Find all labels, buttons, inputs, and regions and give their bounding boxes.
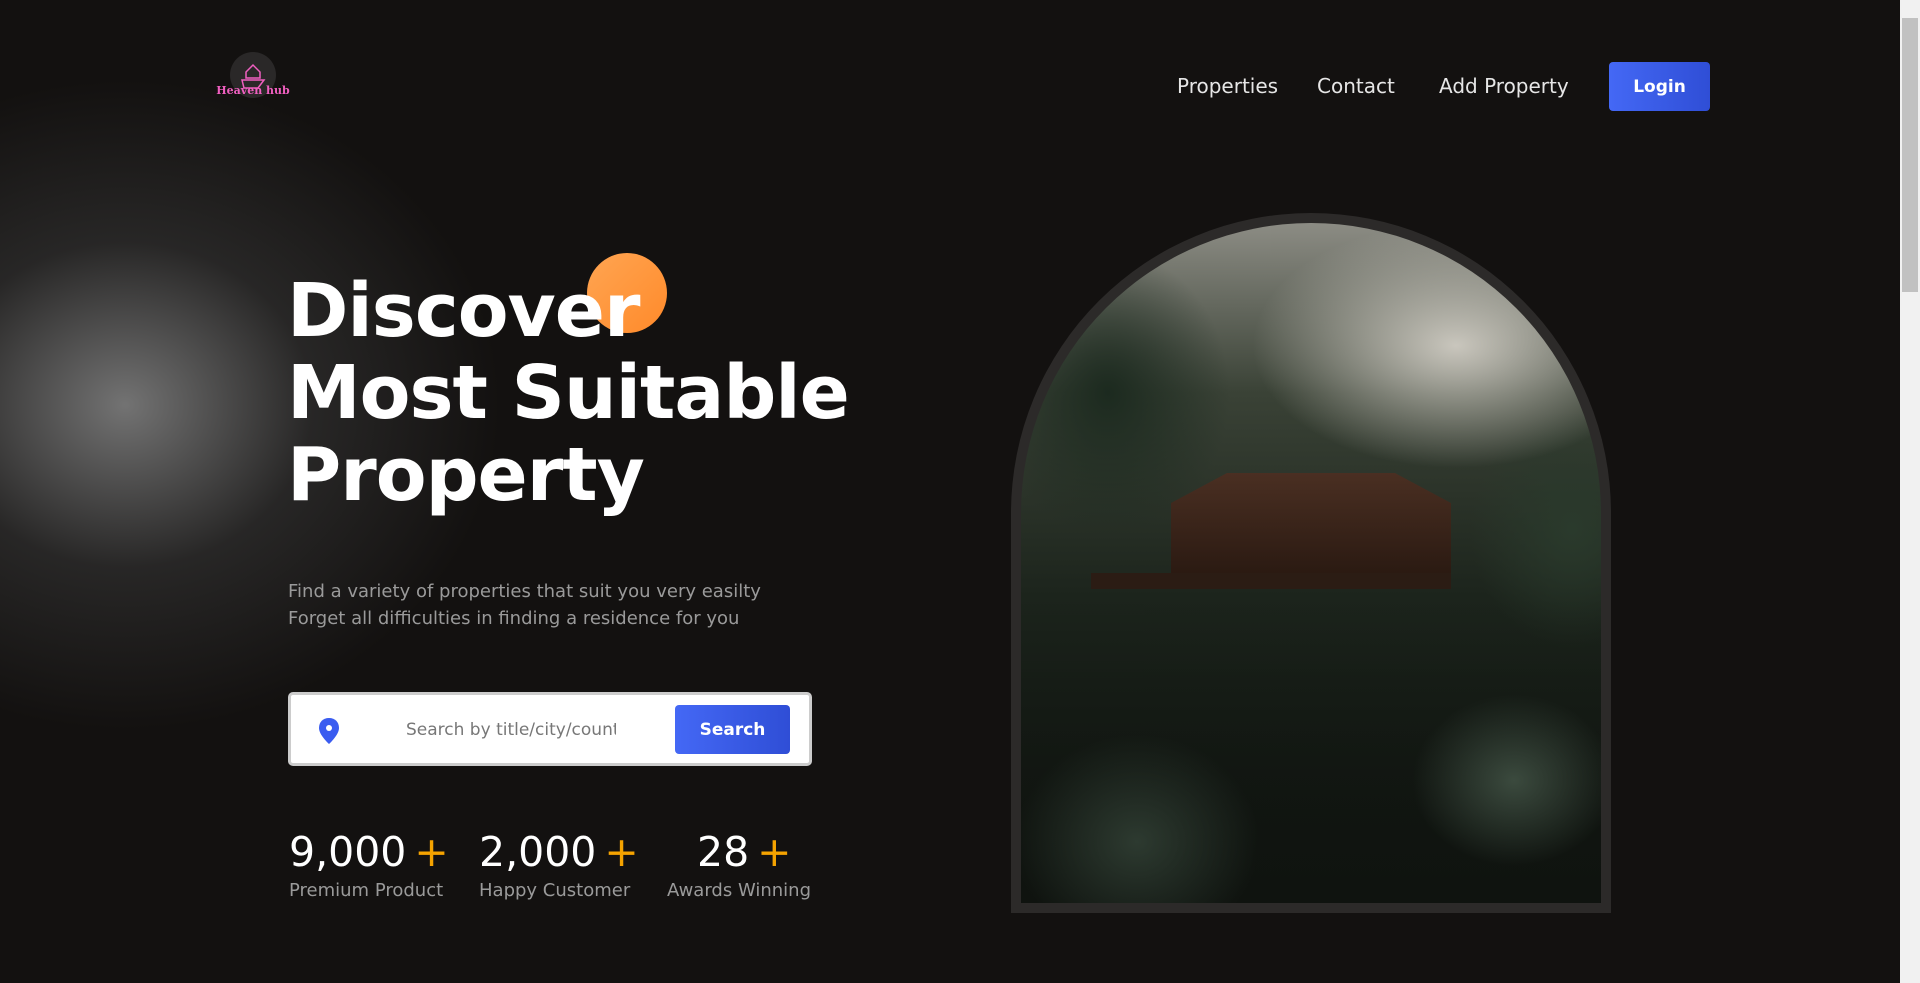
subtitle-line: Forget all difficulties in finding a res… bbox=[288, 608, 740, 629]
nav-add-property[interactable]: Add Property bbox=[1439, 74, 1569, 98]
stat-premium-product: 9,000 + Premium Product bbox=[289, 828, 449, 901]
hero-title: Discover Most Suitable Property bbox=[287, 268, 850, 518]
search-input[interactable] bbox=[406, 715, 616, 745]
subtitle-line: Find a variety of properties that suit y… bbox=[288, 581, 761, 602]
hero-image-frame bbox=[1011, 213, 1611, 913]
stat-label: Premium Product bbox=[289, 880, 444, 901]
brand-logo[interactable]: Heaven hub bbox=[208, 50, 298, 106]
login-button[interactable]: Login bbox=[1609, 62, 1710, 111]
hero-subtitle: Find a variety of properties that suit y… bbox=[288, 578, 761, 632]
stat-label: Awards Winning bbox=[667, 880, 811, 901]
foreground-leaves bbox=[1021, 597, 1601, 903]
brand-name: Heaven hub bbox=[216, 84, 290, 97]
stat-happy-customer: 2,000 + Happy Customer bbox=[479, 828, 639, 901]
stat-label: Happy Customer bbox=[479, 880, 631, 901]
hero-title-line: Discover bbox=[287, 268, 640, 354]
scrollbar[interactable] bbox=[1900, 0, 1920, 983]
stat-value: 2,000 bbox=[479, 828, 597, 876]
nav-contact[interactable]: Contact bbox=[1317, 74, 1395, 98]
treehouse-deck bbox=[1091, 573, 1451, 589]
stat-awards-winning: 28 + Awards Winning bbox=[667, 828, 811, 901]
nav-properties[interactable]: Properties bbox=[1177, 74, 1278, 98]
stat-plus: + bbox=[757, 828, 792, 876]
treehouse-photo bbox=[1021, 223, 1601, 903]
stat-plus: + bbox=[414, 828, 449, 876]
hero-title-line: Property bbox=[287, 432, 645, 518]
stat-value: 9,000 bbox=[289, 828, 407, 876]
treehouse-shape bbox=[1171, 473, 1451, 573]
scrollbar-thumb[interactable] bbox=[1902, 18, 1918, 292]
location-pin-icon bbox=[317, 717, 341, 749]
search-bar: Search bbox=[288, 692, 812, 766]
hero-title-line: Most Suitable bbox=[287, 350, 850, 436]
search-button[interactable]: Search bbox=[675, 705, 790, 754]
stat-value: 28 bbox=[697, 828, 750, 876]
stat-plus: + bbox=[604, 828, 639, 876]
